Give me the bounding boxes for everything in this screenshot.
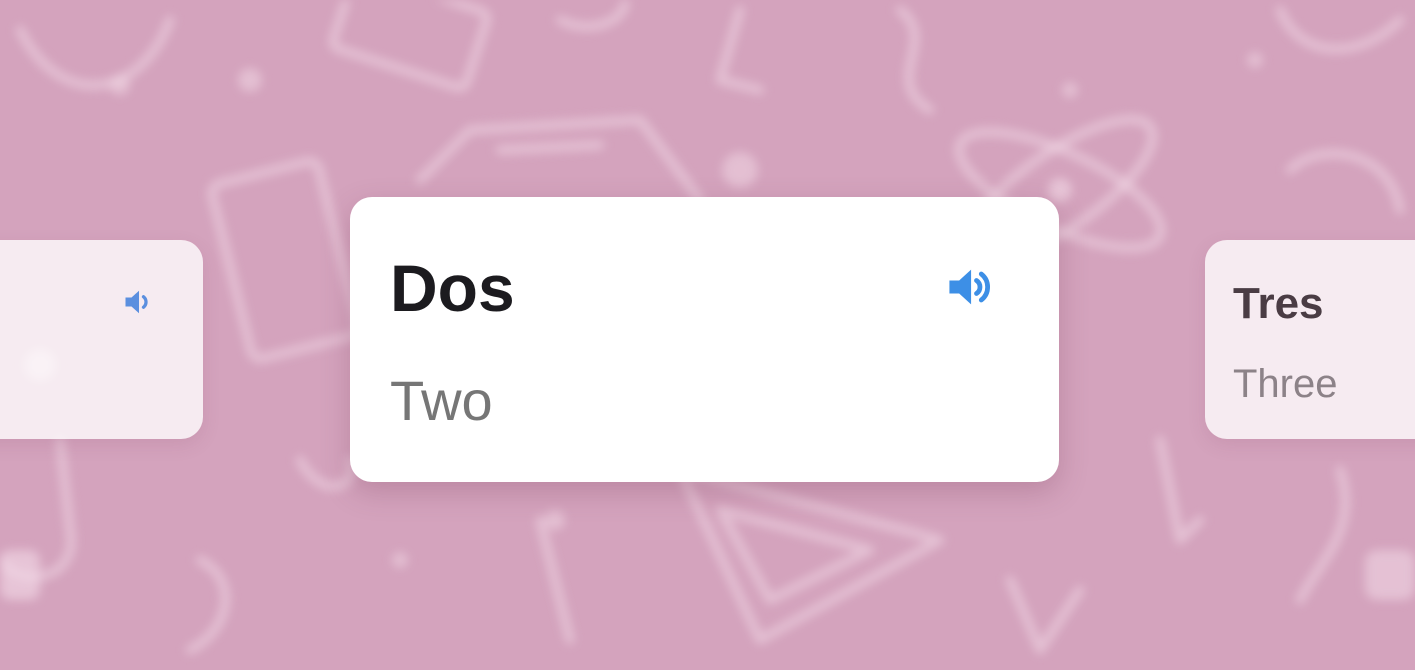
speaker-icon[interactable]	[944, 261, 996, 313]
flashcard-previous[interactable]	[0, 240, 203, 439]
flashcard-word: Tres	[1233, 279, 1324, 328]
speaker-icon[interactable]	[121, 284, 157, 320]
flashcard-next[interactable]: Tres Three	[1205, 240, 1415, 439]
flashcard-carousel[interactable]: Dos Two Tres Three	[0, 0, 1415, 670]
flashcard-translation: Three	[1233, 362, 1338, 406]
flashcard-active[interactable]: Dos Two	[350, 197, 1059, 482]
flashcard-translation: Two	[390, 369, 493, 432]
flashcard-word: Dos	[390, 251, 515, 325]
